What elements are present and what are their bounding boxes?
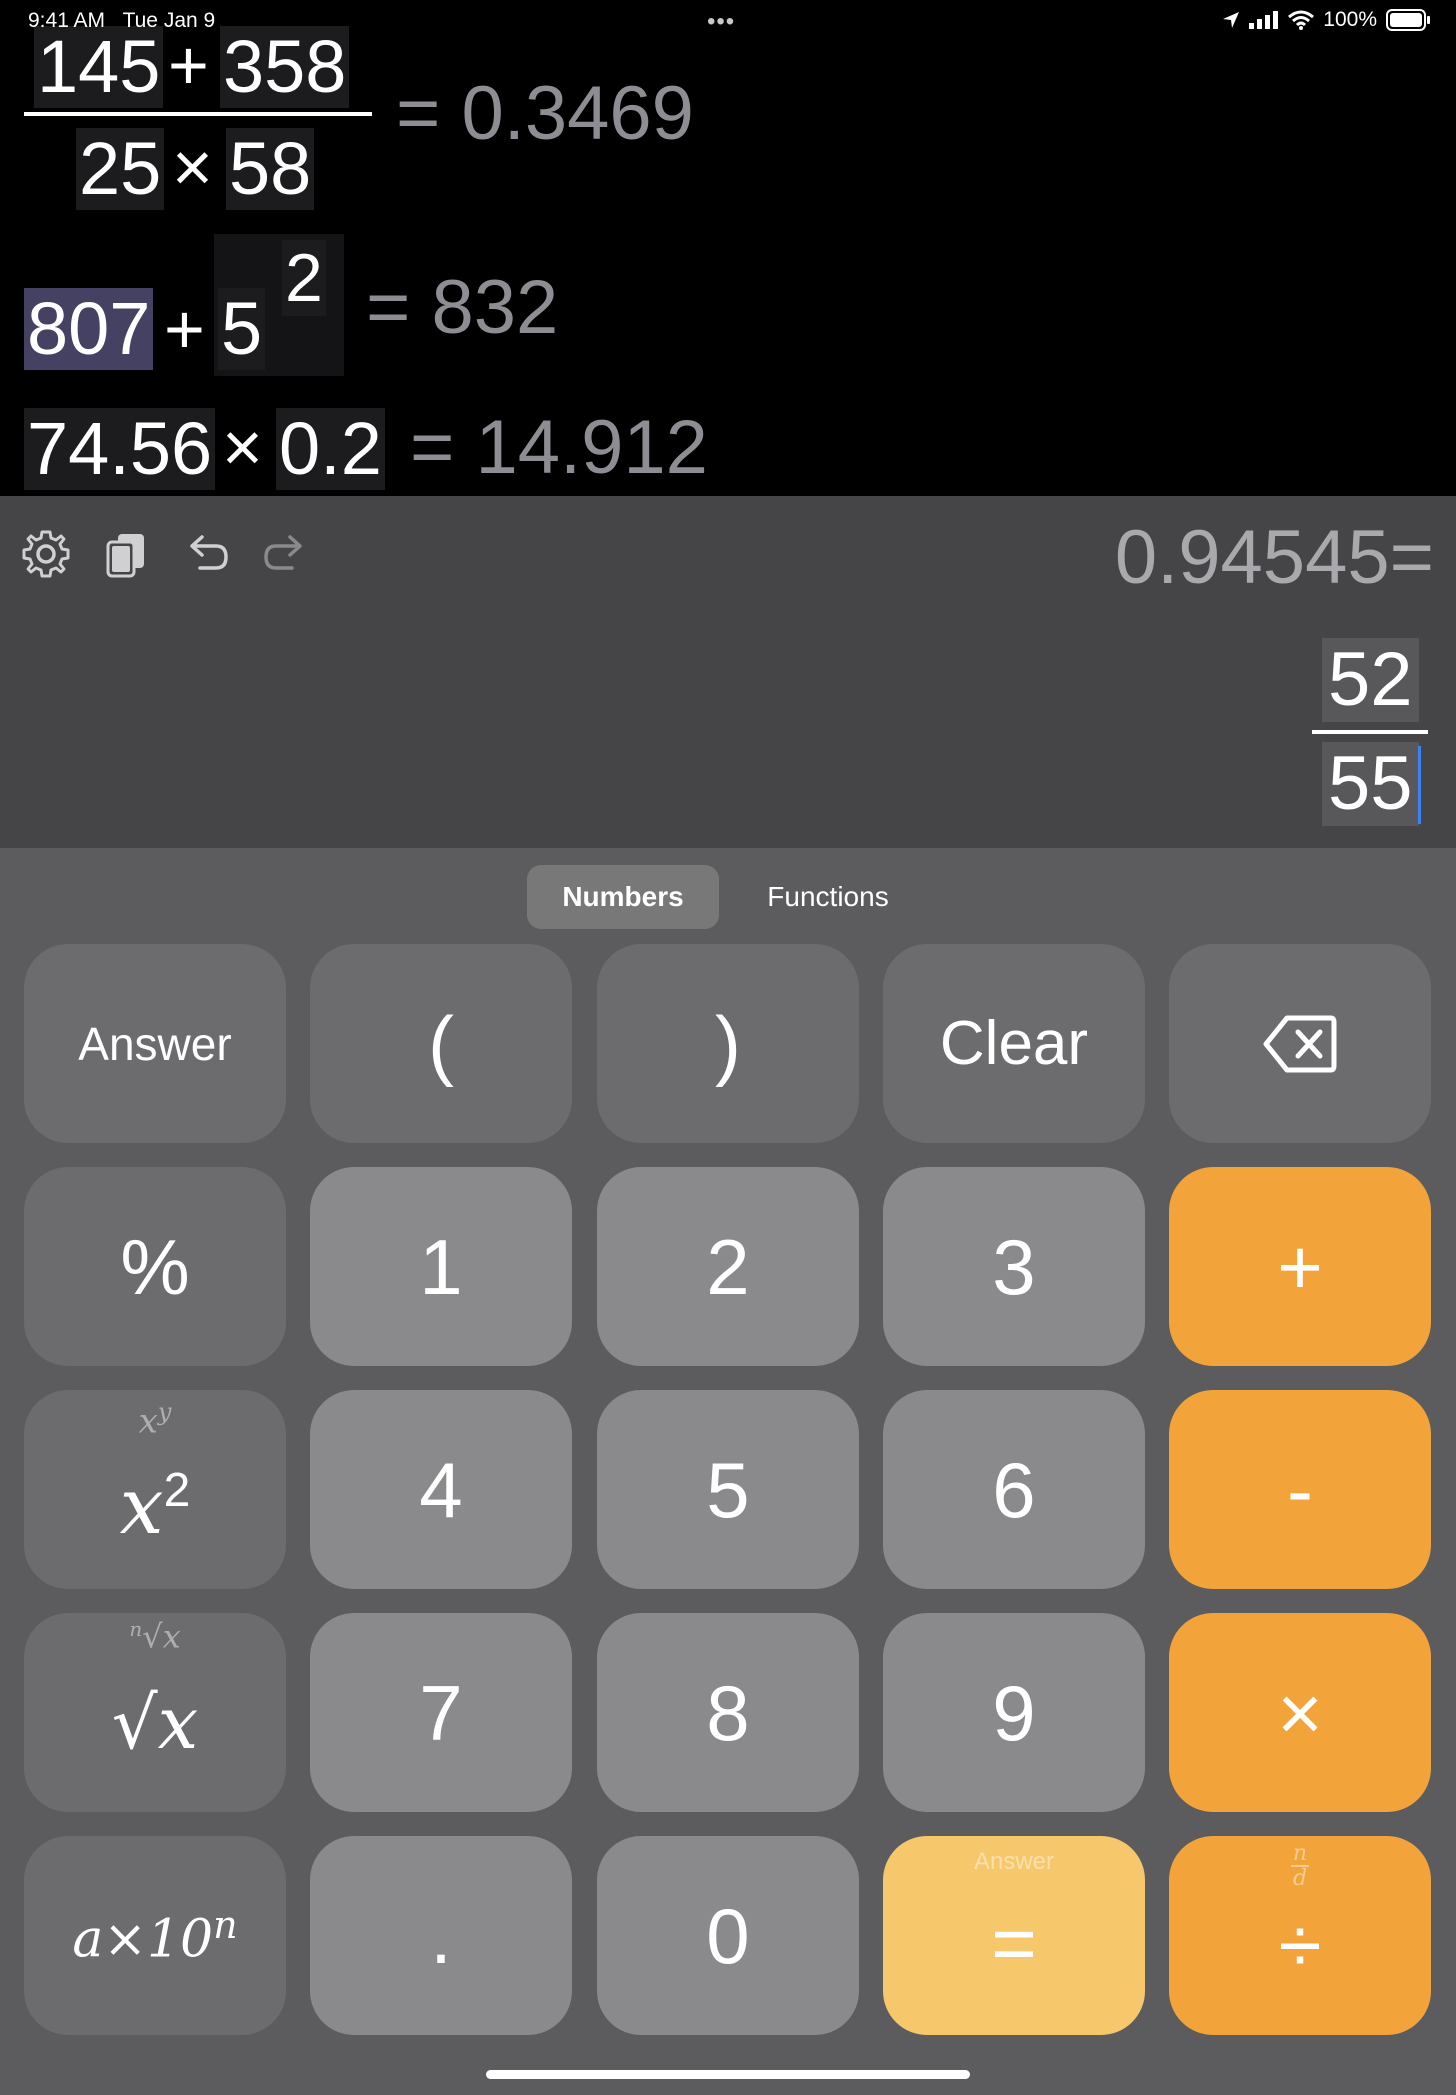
digit-4-key[interactable]: 4 — [310, 1390, 572, 1589]
history-2-base-a[interactable]: 807 — [24, 288, 154, 370]
clear-key[interactable]: Clear — [883, 944, 1145, 1143]
history-1-denominator-op: × — [172, 128, 213, 206]
square-root-key[interactable]: n√x √x — [24, 1613, 286, 1812]
root-sub-index: n — [129, 1617, 143, 1641]
digit-3-key[interactable]: 3 — [883, 1167, 1145, 1366]
equals-key-secondary: Answer — [973, 1848, 1055, 1875]
history-1-fraction-bar — [24, 112, 372, 116]
digit-2-key[interactable]: 2 — [597, 1167, 859, 1366]
backspace-key[interactable] — [1169, 944, 1431, 1143]
root-key-secondary: n√x — [24, 1619, 286, 1653]
status-date: Tue Jan 9 — [122, 9, 216, 32]
digit-7-key[interactable]: 7 — [310, 1613, 572, 1812]
delete-backward-icon — [1263, 1015, 1337, 1072]
editor-denominator[interactable]: 55 — [1322, 742, 1419, 826]
equals-key-primary: = — [991, 1898, 1037, 1987]
live-result-preview[interactable]: 0.94545= — [1115, 520, 1434, 596]
left-paren-key[interactable]: ( — [310, 944, 572, 1143]
digit-0-key[interactable]: 0 — [597, 1836, 859, 2035]
decimal-point-key[interactable]: . — [310, 1836, 572, 2035]
tab-functions[interactable]: Functions — [738, 865, 918, 929]
tab-numbers[interactable]: Numbers — [527, 865, 719, 929]
history-2-base-b[interactable]: 5 — [218, 288, 266, 370]
history-2-exponent[interactable]: 2 — [282, 240, 326, 316]
digit-5-key[interactable]: 5 — [597, 1390, 859, 1589]
wifi-icon — [1288, 10, 1315, 30]
history-2-result[interactable]: = 832 — [366, 270, 558, 346]
power-key-secondary: xy — [24, 1400, 286, 1438]
frac-sub-n: n — [1292, 1841, 1308, 1866]
power-main-base: x — [119, 1462, 164, 1552]
status-time: 9:41 AM Tue Jan 9 — [28, 9, 215, 33]
percent-key[interactable]: % — [24, 1167, 286, 1366]
undo-icon[interactable] — [178, 526, 234, 582]
history-3-op: × — [222, 408, 263, 486]
scientific-notation-key[interactable]: a×10n — [24, 1836, 286, 2035]
keypad-tabs: Numbers Functions — [0, 865, 1456, 929]
clipboard-copy-icon[interactable] — [98, 526, 154, 582]
editor-fraction-bar — [1312, 730, 1428, 734]
sci-exp: n — [213, 1902, 238, 1947]
multitasking-dots-icon[interactable]: ••• — [707, 8, 735, 36]
power-key-primary: x2 — [120, 1464, 191, 1547]
right-paren-key[interactable]: ) — [597, 944, 859, 1143]
history-3-a[interactable]: 74.56 — [24, 408, 216, 490]
answer-key[interactable]: Answer — [24, 944, 286, 1143]
digit-1-key[interactable]: 1 — [310, 1167, 572, 1366]
equals-key[interactable]: Answer = — [883, 1836, 1145, 2035]
root-key-primary: √x — [111, 1680, 199, 1765]
power-key[interactable]: xy x2 — [24, 1390, 286, 1589]
minus-key[interactable]: - — [1169, 1390, 1431, 1589]
fraction-key-secondary: nd — [1169, 1842, 1431, 1890]
divide-key[interactable]: nd ÷ — [1169, 1836, 1431, 2035]
editor-numerator[interactable]: 52 — [1322, 638, 1419, 722]
multiply-key[interactable]: × — [1169, 1613, 1431, 1812]
status-indicators: 100% — [1222, 8, 1430, 32]
text-cursor — [1418, 746, 1421, 824]
divide-key-primary: ÷ — [1278, 1900, 1322, 1989]
home-indicator[interactable] — [486, 2070, 970, 2079]
history-2-op: + — [164, 290, 205, 368]
cellular-signal-icon — [1249, 11, 1279, 29]
editor-area[interactable]: 0.94545= 52 55 — [0, 496, 1456, 848]
power-main-exp: 2 — [163, 1464, 191, 1517]
history-3-result[interactable]: = 14.912 — [410, 410, 708, 486]
settings-gear-icon[interactable] — [18, 526, 74, 582]
history-1-denominator-a[interactable]: 25 — [76, 128, 165, 210]
plus-key[interactable]: + — [1169, 1167, 1431, 1366]
history-1-result[interactable]: = 0.3469 — [396, 76, 694, 152]
power-sub-exp: y — [157, 1398, 172, 1426]
battery-percent: 100% — [1323, 8, 1377, 31]
frac-sub-d: d — [1292, 1866, 1308, 1892]
redo-icon[interactable] — [258, 526, 314, 582]
history-3-b[interactable]: 0.2 — [276, 408, 385, 490]
history-1-denominator-b[interactable]: 58 — [226, 128, 315, 210]
sci-main: a×10 — [72, 1909, 214, 1970]
digit-8-key[interactable]: 8 — [597, 1613, 859, 1812]
digit-6-key[interactable]: 6 — [883, 1390, 1145, 1589]
power-sub-base: x — [138, 1401, 158, 1442]
location-arrow-icon — [1223, 12, 1240, 28]
keypad: Numbers Functions Answer ( ) Clear % 1 2… — [0, 848, 1456, 2095]
status-clock: 9:41 AM — [28, 9, 106, 32]
battery-icon — [1386, 9, 1430, 31]
sci-key-primary: a×10n — [72, 1906, 237, 1965]
root-sub: √x — [142, 1617, 181, 1656]
digit-9-key[interactable]: 9 — [883, 1613, 1145, 1812]
history-area: 145 + 358 25 × 58 = 0.3469 807 + 5 2 = 8… — [0, 0, 1456, 496]
status-bar: 9:41 AM Tue Jan 9 ••• 100% — [0, 0, 1456, 44]
